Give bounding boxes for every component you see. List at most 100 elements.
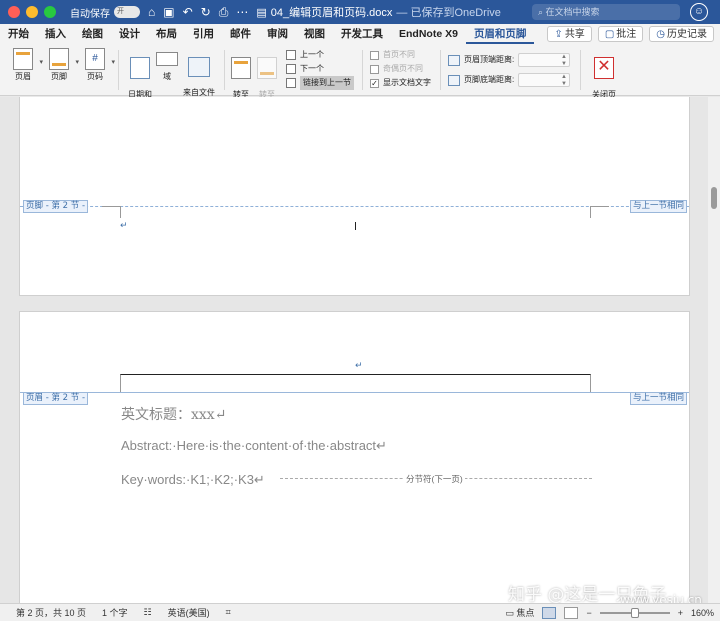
- footer-distance-icon: [448, 74, 460, 86]
- redo-icon[interactable]: ↻: [201, 5, 211, 20]
- divider: [224, 50, 225, 90]
- tab-10[interactable]: EndNote X9: [391, 24, 466, 44]
- zoom-out-icon[interactable]: −: [586, 608, 591, 618]
- web-layout-view-button[interactable]: [564, 606, 579, 619]
- language-label: 英语(美国): [167, 608, 210, 618]
- language[interactable]: 英语(美国): [168, 606, 210, 619]
- keywords-line[interactable]: Key·words:·K1;·K2;·K3↵: [121, 472, 265, 488]
- paragraph-mark: ↵: [355, 360, 363, 370]
- english-title-line[interactable]: 英文标题：xxx↵: [121, 404, 226, 424]
- previous-label: 上一个: [300, 50, 324, 59]
- zoom-level[interactable]: 160%: [691, 608, 714, 618]
- share-button[interactable]: ⇪ 共享: [547, 26, 592, 42]
- next-button[interactable]: 下一个: [286, 62, 354, 76]
- same-as-previous-label: 与上一节相同: [629, 200, 687, 213]
- search-icon: ⌕: [538, 7, 546, 17]
- autosave-label: 自动保存: [70, 8, 110, 20]
- undo-icon[interactable]: ↶: [183, 5, 193, 20]
- section-break-label: 分节符(下一页): [404, 473, 465, 485]
- different-odd-even-checkbox[interactable]: 奇偶页不同: [370, 62, 431, 76]
- page[interactable]: ↵ 页眉 - 第 2 节 - 与上一节相同 英文标题：xxx↵ Abstract…: [19, 311, 690, 603]
- tab-0[interactable]: 开始: [0, 24, 37, 44]
- page-number-button[interactable]: # 页码 ▾: [82, 48, 115, 81]
- navigation-group: 上一个 下一个 链接到上一节: [286, 48, 354, 90]
- tab-11[interactable]: 页眉和页脚: [465, 24, 535, 44]
- tab-2[interactable]: 绘图: [74, 24, 111, 44]
- link-to-previous-button[interactable]: 链接到上一节: [286, 76, 354, 90]
- tab-7[interactable]: 审阅: [259, 24, 296, 44]
- quick-access-toolbar: ⌂ ▣ ↶ ↻ ⎙ ⋯: [148, 5, 248, 20]
- paragraph-mark: ↵: [120, 220, 128, 230]
- history-icon: ◷: [656, 29, 665, 40]
- footer-bottom-distance-label: 页脚底端距离:: [464, 75, 515, 84]
- focus-icon: ▭: [505, 608, 517, 618]
- chevron-down-icon: ▾: [111, 59, 115, 66]
- footer-button[interactable]: 页脚 ▾: [46, 48, 79, 81]
- word-count-label: 1 个字: [102, 608, 128, 618]
- header-area[interactable]: [120, 374, 591, 392]
- document-icon: ▤: [256, 6, 267, 19]
- proofing[interactable]: ☷: [144, 607, 152, 618]
- header-button[interactable]: 页眉 ▾: [10, 48, 43, 81]
- options-group: 首页不同 奇偶页不同 ✓ 显示文档文字: [370, 48, 431, 90]
- next-icon: [286, 64, 296, 74]
- close-window-button[interactable]: [8, 6, 20, 18]
- feedback-smiley-icon[interactable]: ☺: [690, 3, 708, 21]
- margin-mark: [591, 206, 609, 207]
- tab-8[interactable]: 视图: [296, 24, 333, 44]
- home-icon[interactable]: ⌂: [148, 5, 155, 20]
- divider: [580, 50, 581, 90]
- comment-button[interactable]: ▢ 批注: [597, 26, 644, 42]
- divider: [440, 50, 441, 90]
- vertical-scrollbar[interactable]: [708, 97, 720, 603]
- previous-button[interactable]: 上一个: [286, 48, 354, 62]
- share-icon: ⇪: [554, 29, 563, 40]
- tab-1[interactable]: 插入: [37, 24, 74, 44]
- zoom-in-icon[interactable]: +: [678, 608, 683, 618]
- focus-button[interactable]: ▭ 焦点: [505, 606, 534, 619]
- margin-mark: [590, 206, 591, 218]
- tab-9[interactable]: 开发工具: [333, 24, 391, 44]
- tab-6[interactable]: 邮件: [222, 24, 259, 44]
- tab-4[interactable]: 布局: [148, 24, 185, 44]
- accessibility[interactable]: ⌗: [226, 607, 231, 618]
- autosave: 自动保存 开: [70, 5, 140, 20]
- history-button[interactable]: ◷ 历史记录: [649, 26, 714, 42]
- header-distance-icon: [448, 54, 460, 66]
- field-button[interactable]: 域: [156, 48, 178, 81]
- abstract-line[interactable]: Abstract:·Here·is·the·content·of·the·abs…: [121, 438, 387, 454]
- divider: [118, 50, 119, 90]
- save-icon[interactable]: ▣: [163, 5, 174, 20]
- header-distance-input[interactable]: ▲ ▼: [518, 53, 570, 67]
- tab-5[interactable]: 引用: [185, 24, 222, 44]
- search-input[interactable]: ⌕ 在文档中搜索: [532, 4, 680, 20]
- stepper-icon[interactable]: ▲ ▼: [561, 54, 567, 68]
- more-icon[interactable]: ⋯: [236, 5, 248, 20]
- autosave-toggle[interactable]: 开: [114, 6, 140, 18]
- zoom-slider-knob[interactable]: [630, 607, 639, 618]
- zoom-window-button[interactable]: [44, 6, 56, 18]
- stepper-icon[interactable]: ▲ ▼: [561, 74, 567, 88]
- document-area[interactable]: 页脚 - 第 2 节 - 与上一节相同 ↵ ↵ 页眉 - 第 2 节 - 与上一…: [0, 97, 720, 603]
- zoom-slider[interactable]: [599, 607, 670, 618]
- margin-mark: [102, 206, 120, 207]
- tab-3[interactable]: 设计: [111, 24, 148, 44]
- document-name: 04_编辑页眉和页码.docx: [270, 7, 393, 19]
- print-icon[interactable]: ⎙: [219, 5, 229, 20]
- page[interactable]: 页脚 - 第 2 节 - 与上一节相同 ↵: [19, 97, 690, 296]
- different-first-checkbox[interactable]: 首页不同: [370, 48, 431, 62]
- proofing-icon: ☷: [143, 607, 152, 617]
- show-doc-text-label: 显示文档文字: [383, 78, 431, 87]
- scrollbar-thumb[interactable]: [711, 187, 717, 209]
- word-count[interactable]: 1 个字: [102, 606, 128, 619]
- close-icon: ✕: [594, 57, 614, 79]
- page-info[interactable]: 第 2 页，共 10 页: [16, 606, 86, 619]
- minimize-window-button[interactable]: [26, 6, 38, 18]
- page-info-label: 第 2 页，共 10 页: [16, 608, 87, 618]
- calendar-icon: [130, 57, 150, 79]
- comment-label: 批注: [616, 29, 637, 40]
- print-layout-view-button[interactable]: [542, 606, 557, 619]
- focus-label: 焦点: [516, 608, 535, 618]
- show-doc-text-checkbox[interactable]: ✓ 显示文档文字: [370, 76, 431, 90]
- footer-distance-input[interactable]: ▲ ▼: [518, 73, 570, 87]
